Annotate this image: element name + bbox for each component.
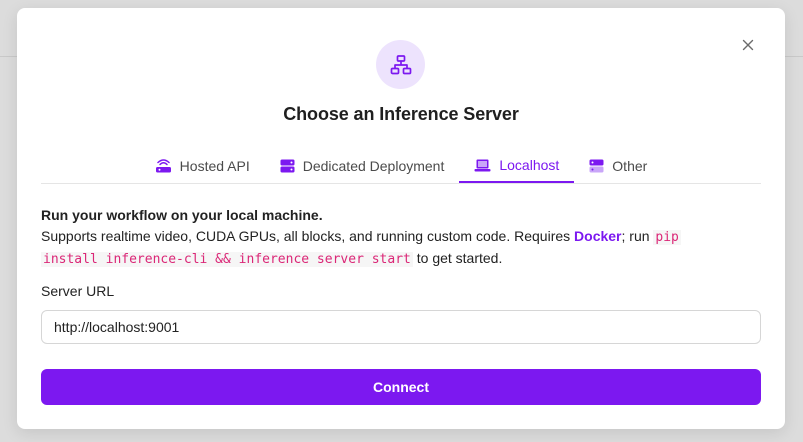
tab-other[interactable]: Other [574,149,662,182]
server-stack-icon [589,159,604,172]
server-url-input[interactable] [41,310,761,344]
server-network-icon-badge [376,40,425,89]
command-code: pip [653,229,681,245]
tab-label: Dedicated Deployment [302,157,445,174]
description-heading: Run your workflow on your local machine. [41,207,323,223]
tab-label: Localhost [499,157,560,173]
docker-link[interactable]: Docker [574,228,621,244]
close-icon [742,39,754,51]
tab-label: Other [612,157,648,174]
close-button[interactable] [739,36,757,54]
localhost-description: Run your workflow on your local machine.… [41,205,761,271]
router-icon [155,158,171,172]
description-text: ; run [621,227,654,244]
inference-server-dialog: Choose an Inference Server Hosted API De… [17,8,785,429]
server-network-icon [390,54,411,74]
laptop-icon [474,159,491,171]
connect-button[interactable]: Connect [41,369,761,405]
description-body: Supports realtime video, CUDA GPUs, all … [41,226,761,271]
tab-hosted-api[interactable]: Hosted API [140,149,265,182]
server-icon [280,159,295,172]
tab-label: Hosted API [179,157,250,174]
description-text: to get started. [412,250,503,266]
command-code: install inference-cli && inference serve… [41,252,413,267]
dialog-title: Choose an Inference Server [283,104,519,124]
description-text: Supports realtime video, CUDA GPUs, all … [41,227,575,244]
server-url-label: Server URL [41,283,115,299]
tab-dedicated-deployment[interactable]: Dedicated Deployment [265,149,460,182]
server-type-tabs: Hosted API Dedicated Deployment Localhos… [41,149,761,184]
tab-localhost[interactable]: Localhost [459,149,575,183]
